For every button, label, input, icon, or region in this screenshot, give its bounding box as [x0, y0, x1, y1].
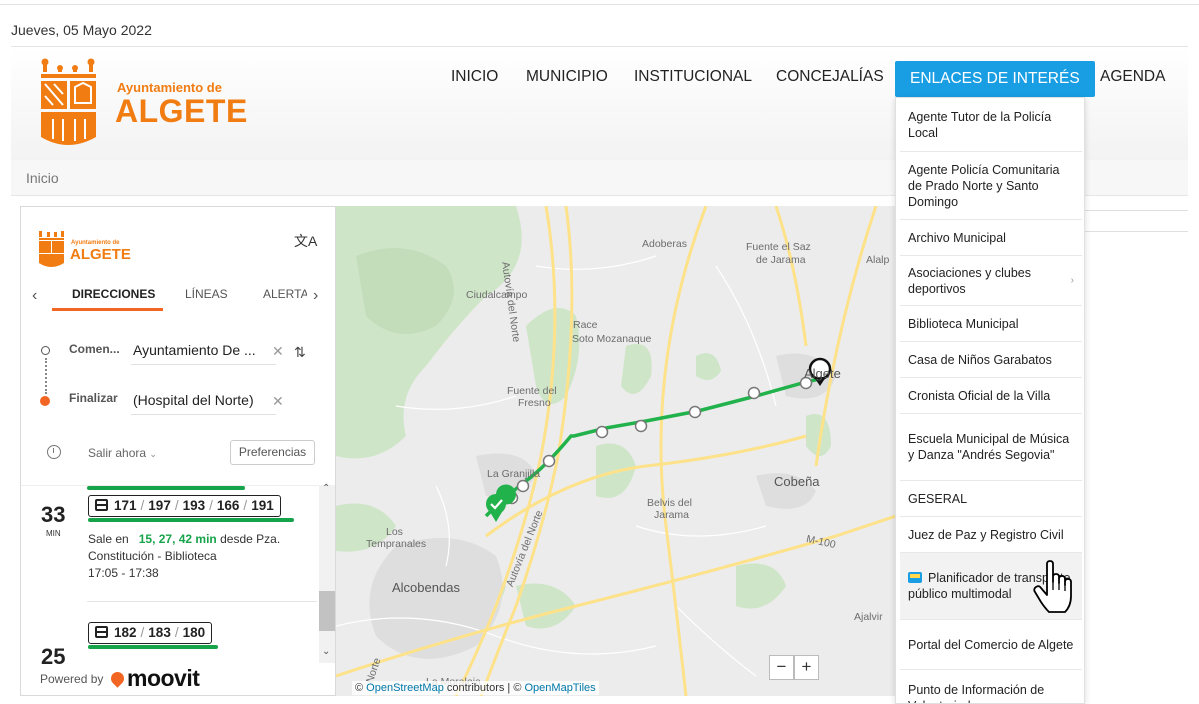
- moovit-widget: Ayuntamiento de ALGETE 文A ‹ DIRECCIONES …: [20, 206, 336, 696]
- map-label-fuente-saz-2: de Jarama: [756, 254, 806, 266]
- map-attribution: © OpenStreetMap contributors | © OpenMap…: [352, 681, 599, 695]
- trip-departure-info: Sale en 15, 27, 42 min desde Pza. Consti…: [88, 532, 281, 580]
- map-label-ciudalcampo: Ciudalcampo: [466, 289, 528, 301]
- nav-inicio[interactable]: INICIO: [451, 57, 498, 97]
- clear-start-close-icon[interactable]: ✕: [272, 343, 284, 360]
- menu-item-asociaciones[interactable]: Asociaciones y clubes deportivos ›: [900, 256, 1082, 306]
- content-divider: [1085, 210, 1188, 232]
- chevron-down-icon: ⌄: [149, 449, 157, 459]
- map-label-ajalvir: Ajalvir: [854, 611, 883, 623]
- moovit-pin-icon: [108, 669, 127, 688]
- nav-concejalias[interactable]: CONCEJALÍAS: [776, 57, 884, 97]
- menu-item-escuela-musica[interactable]: Escuela Municipal de Música y Danza "And…: [900, 414, 1082, 481]
- menu-item-agente-comunitaria[interactable]: Agente Policía Comunitaria de Prado Nort…: [900, 152, 1082, 220]
- trip-minutes-unit: MIN: [46, 529, 61, 538]
- moovit-logo[interactable]: moovit: [108, 665, 200, 692]
- bus-icon: [95, 499, 108, 511]
- active-tab-indicator: [52, 308, 163, 311]
- nav-municipio[interactable]: MUNICIPIO: [526, 57, 608, 97]
- menu-item-agente-tutor[interactable]: Agente Tutor de la Policía Local: [900, 98, 1082, 152]
- trip-minutes: 25: [41, 644, 66, 669]
- scroll-down-chevron-icon[interactable]: ⌄: [322, 646, 330, 657]
- swap-direction-icon[interactable]: ⇅: [294, 344, 306, 361]
- menu-item-cronista[interactable]: Cronista Oficial de la Villa: [900, 378, 1082, 414]
- menu-item-portal-comercio[interactable]: Portal del Comercio de Algete: [900, 620, 1082, 670]
- powered-by-label: Powered by: [40, 672, 104, 686]
- route-chip: 171/197/193/166/191: [88, 495, 281, 517]
- bus-icon: [908, 572, 922, 583]
- route-chip: 182/183/180: [88, 622, 213, 644]
- depart-time-label: Salir ahora: [88, 446, 147, 460]
- map-label-belvis-1: Belvis del: [647, 497, 692, 509]
- route-map[interactable]: Adoberas Fuente el Saz de Jarama Alalp A…: [336, 206, 896, 696]
- preferences-button[interactable]: Preferencias: [230, 440, 315, 465]
- start-input[interactable]: [133, 339, 263, 361]
- osm-link[interactable]: OpenStreetMap: [366, 682, 444, 694]
- map-urban-areas: [369, 353, 836, 659]
- map-label-los: Los: [386, 526, 403, 538]
- map-canvas[interactable]: [336, 206, 896, 696]
- map-label-adoberas: Adoberas: [642, 238, 687, 250]
- map-label-fuente-fresno-1: Fuente del: [507, 385, 557, 397]
- map-label-la-granjilla: La Granjilla: [487, 468, 541, 480]
- clear-end-close-icon[interactable]: ✕: [272, 393, 284, 410]
- hand-pointer-cursor-icon: [1033, 560, 1072, 613]
- nav-agenda[interactable]: AGENDA: [1100, 57, 1165, 97]
- result-route-bar: [87, 486, 245, 490]
- tab-direcciones[interactable]: DIRECCIONES: [72, 287, 155, 301]
- tab-lineas[interactable]: LÍNEAS: [185, 287, 228, 301]
- menu-item-biblioteca[interactable]: Biblioteca Municipal: [900, 306, 1082, 342]
- menu-item-geseral[interactable]: GESERAL: [900, 481, 1082, 517]
- zoom-in-button[interactable]: +: [794, 655, 819, 680]
- tabs-prev-chevron-icon[interactable]: ‹: [32, 287, 37, 305]
- map-label-fuente-saz-1: Fuente el Saz: [746, 241, 811, 253]
- bus-icon: [95, 626, 108, 638]
- brand-title: ALGETE: [115, 93, 248, 129]
- menu-item-casa-ninos[interactable]: Casa de Niños Garabatos: [900, 342, 1082, 378]
- map-label-tempranales: Tempranales: [366, 538, 427, 550]
- translate-icon[interactable]: 文A: [294, 231, 317, 251]
- openmaptiles-link[interactable]: OpenMapTiles: [525, 682, 596, 694]
- menu-item-archivo-municipal[interactable]: Archivo Municipal: [900, 220, 1082, 256]
- depart-time-select[interactable]: Salir ahora ⌄: [88, 446, 157, 460]
- tab-alertas[interactable]: ALERTA: [263, 287, 307, 301]
- results-scroll-thumb[interactable]: [319, 591, 335, 631]
- top-divider: [0, 4, 1199, 5]
- map-label-algete: Algete: [804, 366, 841, 381]
- map-label-cobena: Cobeña: [774, 474, 820, 489]
- map-label-alcobendas: Alcobendas: [392, 580, 460, 595]
- start-label: Comen...: [69, 342, 120, 356]
- nav-institucional[interactable]: INSTITUCIONAL: [634, 57, 752, 97]
- end-label: Finalizar: [69, 391, 118, 405]
- breadcrumb-inicio[interactable]: Inicio: [26, 170, 59, 186]
- trip-results-list: 33 MIN 171/197/193/166/191 Sale en 15, 2…: [21, 485, 335, 685]
- results-scrollbar[interactable]: [319, 485, 335, 663]
- trip-minutes: 33: [41, 502, 66, 527]
- map-label-belvis-2: Jarama: [654, 509, 690, 521]
- map-label-soto-mozanaque: Soto Mozanaque: [572, 333, 652, 345]
- widget-brand-title: ALGETE: [70, 246, 131, 263]
- current-date: Jueves, 05 Mayo 2022: [11, 22, 152, 38]
- clock-icon: [47, 445, 61, 459]
- submenu-chevron-right-icon: ›: [1070, 274, 1074, 286]
- destination-dot-icon: [40, 396, 50, 406]
- map-label-alalp: Alalp: [866, 254, 890, 266]
- end-input[interactable]: [133, 389, 263, 411]
- zoom-out-button[interactable]: −: [769, 655, 794, 680]
- menu-item-juez-paz[interactable]: Juez de Paz y Registro Civil: [900, 517, 1082, 553]
- map-label-fuente-fresno-2: Fresno: [518, 397, 551, 409]
- route-chip-underline: [88, 518, 294, 522]
- widget-algete-logo: [39, 231, 64, 267]
- tabs-next-chevron-icon[interactable]: ›: [313, 287, 318, 305]
- route-chip-underline: [88, 645, 218, 649]
- map-label-race: Race: [573, 319, 598, 331]
- nav-enlaces-de-interes[interactable]: ENLACES DE INTERÉS: [895, 61, 1095, 97]
- scroll-up-chevron-icon[interactable]: ⌃: [322, 483, 330, 494]
- origin-dot-icon: [41, 346, 50, 355]
- menu-item-punto-voluntariado[interactable]: Punto de Información de Voluntariado: [900, 670, 1082, 703]
- route-dotted-line: [45, 358, 47, 394]
